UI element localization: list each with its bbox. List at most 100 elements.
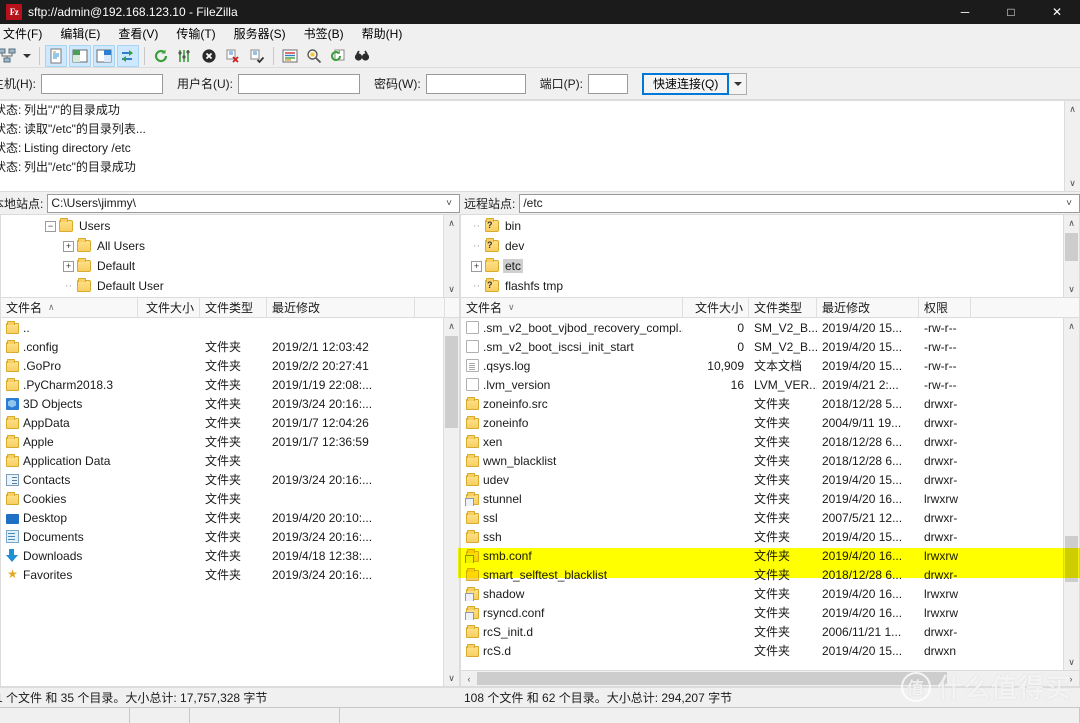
column-header[interactable]: 文件大小 <box>683 298 749 317</box>
directory-compare-button[interactable] <box>303 45 325 67</box>
local-file-list[interactable]: 文件名 ∧ 文件大小 文件类型 最近修改 .. .config 文件夹 2019/2/1 12… <box>0 298 460 687</box>
table-row[interactable]: ★ Favorites 文件夹 2019/3/24 20:16:... <box>1 565 459 584</box>
column-header[interactable] <box>415 298 445 317</box>
scroll-down-icon[interactable]: ∨ <box>444 670 459 686</box>
table-row[interactable]: .sm_v2_boot_vjbod_recovery_compl... 0 SM_V… <box>461 318 1079 337</box>
scroll-up-icon[interactable]: ∧ <box>444 318 459 334</box>
quick-connect-dropdown[interactable] <box>729 72 748 95</box>
table-row[interactable]: .PyCharm2018.3 文件夹 2019/1/19 22:08:... <box>1 375 459 394</box>
table-row[interactable]: zoneinfo.src 文件夹 2018/12/28 5... drwxr- <box>461 394 1079 413</box>
password-input[interactable] <box>425 73 526 94</box>
tree-expander[interactable]: − <box>45 220 56 232</box>
menu-transfer[interactable]: 传输(T) <box>167 23 224 45</box>
cancel-button[interactable] <box>198 45 220 67</box>
tree-expander[interactable]: + <box>471 260 482 272</box>
local-path-input[interactable]: C:\Users\jimmy\ ˅ <box>47 193 460 213</box>
table-row[interactable]: smb.conf 文件夹 2019/4/20 16... lrwxrw <box>461 546 1079 565</box>
table-row[interactable]: Desktop 文件夹 2019/4/20 20:10:... <box>1 508 459 527</box>
scroll-right-icon[interactable]: › <box>1063 674 1079 684</box>
reconnect-button[interactable] <box>246 45 268 67</box>
quick-connect-button[interactable]: 快速连接(Q) <box>642 72 730 95</box>
table-row[interactable]: ssh 文件夹 2019/4/20 15... drwxr- <box>461 527 1079 546</box>
toggle-transfer-queue-button[interactable] <box>117 44 139 67</box>
local-directory-tree[interactable]: − Users + All Users + Default ·· Default User +j… <box>0 214 460 298</box>
tree-expander[interactable]: + <box>63 240 74 252</box>
scroll-thumb[interactable] <box>1065 536 1078 582</box>
column-header[interactable]: 文件类型 <box>749 298 817 317</box>
menu-view[interactable]: 查看(V) <box>109 23 167 45</box>
scroll-thumb[interactable] <box>445 336 458 428</box>
table-row[interactable]: smart_selftest_blacklist 文件夹 2018/12/28 6.… <box>461 565 1079 584</box>
tree-node[interactable]: + Default <box>1 256 443 276</box>
scroll-left-icon[interactable]: ‹ <box>461 674 477 684</box>
scroll-down-icon[interactable]: ∨ <box>444 281 459 297</box>
scroll-thumb[interactable] <box>1065 233 1078 261</box>
refresh-button[interactable] <box>150 45 172 67</box>
tree-node[interactable]: +jimmy <box>1 296 443 297</box>
site-manager-dropdown[interactable] <box>20 45 34 67</box>
table-row[interactable]: Documents 文件夹 2019/3/24 20:16:... <box>1 527 459 546</box>
table-row[interactable]: xen 文件夹 2018/12/28 6... drwxr- <box>461 432 1079 451</box>
menu-bookmarks[interactable]: 书签(B) <box>295 23 353 45</box>
tree-node[interactable]: ·· Default User <box>1 276 443 296</box>
log-scrollbar[interactable]: ∧ ∨ <box>1064 101 1080 191</box>
toggle-remote-tree-button[interactable] <box>93 44 115 67</box>
table-row[interactable]: Downloads 文件夹 2019/4/18 12:38:... <box>1 546 459 565</box>
toggle-local-tree-button[interactable] <box>69 44 91 67</box>
chevron-down-icon[interactable]: ˅ <box>1062 198 1076 209</box>
remote-tree-scrollbar[interactable]: ∧ ∨ <box>1063 215 1079 297</box>
remote-directory-tree[interactable]: ·· bin ·· dev + etc ·· flashfs tmp ∧ ∨ <box>460 214 1080 298</box>
table-row[interactable]: ssl 文件夹 2007/5/21 12... drwxr- <box>461 508 1079 527</box>
username-input[interactable] <box>238 73 360 94</box>
column-header[interactable]: 权限 <box>919 298 971 317</box>
disconnect-button[interactable] <box>222 45 244 67</box>
table-row[interactable]: rcS.d 文件夹 2019/4/20 15... drwxn <box>461 641 1079 660</box>
tree-node[interactable]: + All Users <box>1 236 443 256</box>
hscroll-thumb[interactable] <box>477 672 947 685</box>
column-header[interactable]: 文件名 ∧ <box>1 298 138 317</box>
table-row[interactable]: udev 文件夹 2019/4/20 15... drwxr- <box>461 470 1079 489</box>
column-header[interactable]: 文件大小 <box>138 298 200 317</box>
local-list-scrollbar[interactable]: ∧ ∨ <box>443 318 459 686</box>
table-row[interactable]: Cookies 文件夹 <box>1 489 459 508</box>
minimize-button[interactable]: ─ <box>942 0 988 24</box>
synchronized-browsing-button[interactable] <box>327 45 349 67</box>
table-row[interactable]: .lvm_version 16 LVM_VER... 2019/4/21 2:... -… <box>461 375 1079 394</box>
table-row[interactable]: shadow 文件夹 2019/4/20 16... lrwxrw <box>461 584 1079 603</box>
scroll-up-icon[interactable]: ∧ <box>444 215 459 231</box>
local-tree-scrollbar[interactable]: ∧ ∨ <box>443 215 459 297</box>
table-row[interactable]: rsyncd.conf 文件夹 2019/4/20 16... lrwxrw <box>461 603 1079 622</box>
table-row[interactable]: Application Data 文件夹 <box>1 451 459 470</box>
chevron-down-icon[interactable]: ˅ <box>442 198 456 209</box>
tree-node[interactable]: ·· bin <box>461 216 1063 236</box>
table-row[interactable]: .GoPro 文件夹 2019/2/2 20:27:41 <box>1 356 459 375</box>
port-input[interactable] <box>588 73 628 94</box>
table-row[interactable]: .qsys.log 10,909 文本文档 2019/4/20 15... -rw-r-… <box>461 356 1079 375</box>
column-header[interactable]: 最近修改 <box>817 298 919 317</box>
menu-server[interactable]: 服务器(S) <box>225 23 295 45</box>
remote-list-hscrollbar[interactable]: ‹ › <box>461 670 1079 686</box>
scroll-up-icon[interactable]: ∧ <box>1064 318 1079 334</box>
table-row[interactable]: zoneinfo 文件夹 2004/9/11 19... drwxr- <box>461 413 1079 432</box>
table-row[interactable]: 3D Objects 文件夹 2019/3/24 20:16:... <box>1 394 459 413</box>
local-list-body[interactable]: .. .config 文件夹 2019/2/1 12:03:42 .GoPro 文件夹 20… <box>1 318 459 686</box>
toggle-message-log-button[interactable] <box>45 44 67 67</box>
column-header[interactable]: 文件类型 <box>200 298 267 317</box>
tree-node[interactable]: + etc <box>461 256 1063 276</box>
menu-file[interactable]: 文件(F) <box>0 23 51 45</box>
remote-list-scrollbar[interactable]: ∧ ∨ <box>1063 318 1079 670</box>
search-button[interactable] <box>351 45 373 67</box>
column-header[interactable]: 文件名 ∨ <box>461 298 683 317</box>
menu-help[interactable]: 帮助(H) <box>353 23 412 45</box>
process-queue-button[interactable] <box>174 45 196 67</box>
tree-node[interactable]: − Users <box>1 216 443 236</box>
scroll-up-icon[interactable]: ∧ <box>1065 101 1080 117</box>
remote-file-list[interactable]: 文件名 ∨ 文件大小 文件类型 最近修改 权限 .sm_v2_boot_vjbod_rec… <box>460 298 1080 687</box>
column-header[interactable]: 最近修改 <box>267 298 415 317</box>
table-row[interactable]: Contacts 文件夹 2019/3/24 20:16:... <box>1 470 459 489</box>
remote-path-input[interactable]: /etc ˅ <box>519 193 1080 213</box>
tree-expander[interactable]: + <box>63 260 74 272</box>
tree-node[interactable]: ·· flashfs tmp <box>461 276 1063 296</box>
scroll-down-icon[interactable]: ∨ <box>1064 281 1079 297</box>
host-input[interactable] <box>41 73 163 94</box>
